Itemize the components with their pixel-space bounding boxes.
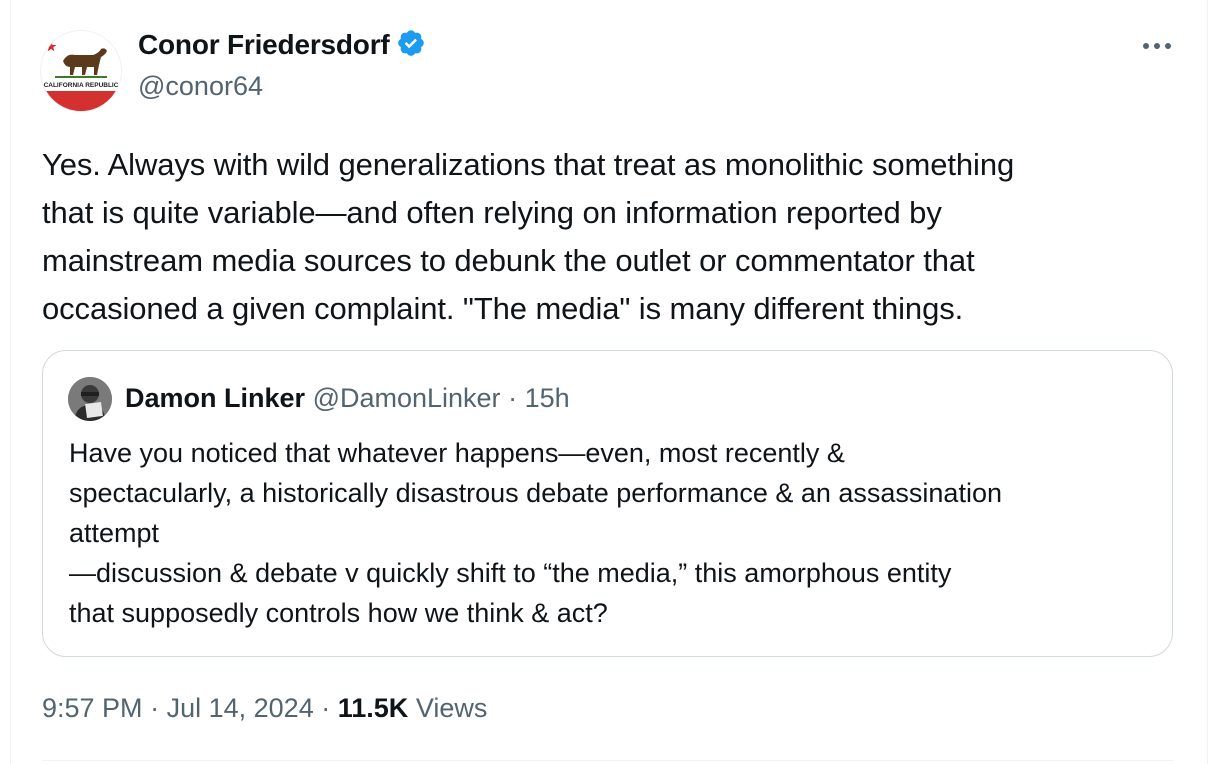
quoted-author-name[interactable]: Damon Linker <box>125 383 305 413</box>
author-name[interactable]: Conor Friedersdorf <box>138 29 390 60</box>
verified-badge-icon[interactable] <box>396 28 426 65</box>
author-name-row[interactable]: Conor Friedersdorf <box>138 28 426 65</box>
quoted-author-avatar[interactable] <box>68 377 112 421</box>
tweet-metadata: 9:57 PM · Jul 14, 2024 · 11.5K Views <box>42 693 487 724</box>
more-options-icon[interactable] <box>1140 36 1176 56</box>
views-count[interactable]: 11.5K <box>338 693 409 723</box>
quoted-separator: · <box>508 383 518 413</box>
svg-text:CALIFORNIA REPUBLIC: CALIFORNIA REPUBLIC <box>44 82 119 89</box>
views-label: Views <box>415 693 488 723</box>
california-flag-image: CALIFORNIA REPUBLIC <box>41 31 121 111</box>
tweet-time[interactable]: 9:57 PM <box>42 693 143 723</box>
tweet-date[interactable]: Jul 14, 2024 <box>167 693 314 723</box>
author-avatar[interactable]: CALIFORNIA REPUBLIC <box>40 30 122 112</box>
meta-separator: · <box>150 693 160 723</box>
quoted-tweet-text: Have you noticed that whatever happens—e… <box>69 438 1002 628</box>
quoted-author-handle[interactable]: @DamonLinker <box>313 383 501 413</box>
quoted-tweet[interactable]: Damon Linker @DamonLinker · 15h Have you… <box>42 350 1173 657</box>
author-handle[interactable]: @conor64 <box>138 71 263 102</box>
quoted-timestamp[interactable]: 15h <box>525 383 570 413</box>
tweet-text: Yes. Always with wild generalizations th… <box>42 147 1015 326</box>
quoted-header: Damon Linker @DamonLinker · 15h <box>125 383 570 414</box>
meta-separator: · <box>321 693 331 723</box>
divider <box>42 760 1173 761</box>
